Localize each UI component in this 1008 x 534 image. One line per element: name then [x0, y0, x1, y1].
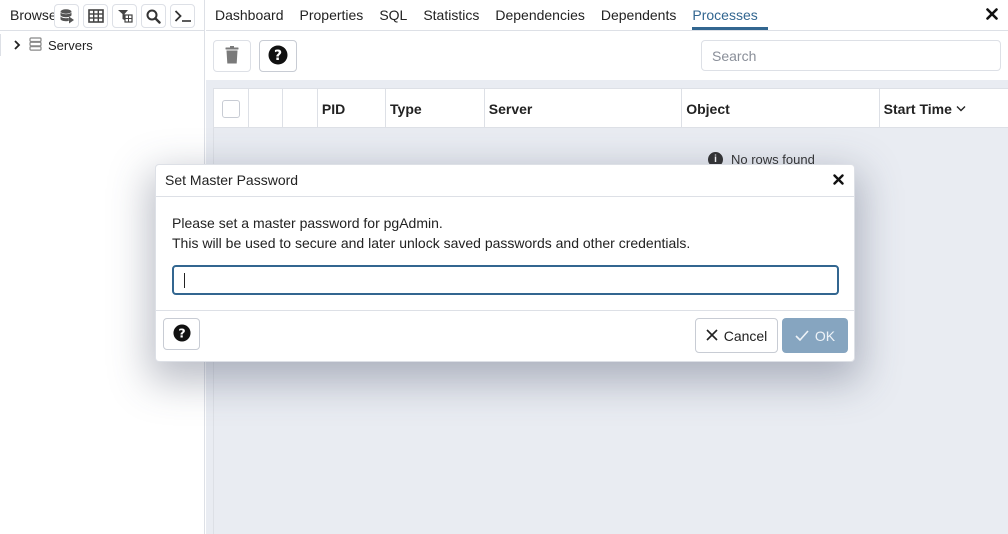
filter-table-icon: [117, 9, 133, 23]
cancel-label: Cancel: [723, 327, 768, 344]
tree-item-servers[interactable]: Servers: [0, 34, 205, 56]
tab-dependents[interactable]: Dependents: [596, 0, 687, 30]
dialog-message-line2: This will be used to secure and later un…: [172, 235, 691, 251]
tree-item-label: Servers: [48, 37, 93, 53]
dialog-header: Set Master Password: [156, 165, 854, 197]
tab-processes[interactable]: Processes: [687, 0, 769, 30]
search-icon: [146, 9, 161, 24]
select-all-header: [214, 89, 249, 128]
grid-header: PID Type Server Object Start Time: [214, 88, 1008, 128]
object-explorer-button[interactable]: [54, 4, 79, 28]
svg-text:?: ?: [178, 325, 185, 340]
tab-dashboard[interactable]: Dashboard: [210, 0, 294, 30]
column-header-type[interactable]: Type: [386, 89, 485, 128]
tab-sql[interactable]: SQL: [374, 0, 417, 30]
question-circle-icon: ?: [268, 45, 288, 68]
set-master-password-dialog: Set Master Password Please set a master …: [155, 164, 855, 362]
help-button[interactable]: ?: [259, 40, 297, 72]
close-panel-button[interactable]: [984, 7, 1000, 23]
svg-text:?: ?: [274, 48, 282, 64]
column-header-object[interactable]: Object: [682, 89, 880, 128]
tab-bar: Dashboard Properties SQL Statistics Depe…: [206, 0, 1008, 31]
cancel-button[interactable]: Cancel: [695, 318, 778, 353]
column-header-server[interactable]: Server: [485, 89, 683, 128]
search-input[interactable]: [701, 40, 1001, 71]
sort-descending-icon: [956, 105, 966, 112]
object-explorer-icon: [59, 8, 75, 24]
browser-header: Browser: [0, 0, 204, 31]
terminal-icon: [174, 9, 192, 23]
table-icon: [87, 9, 104, 23]
close-icon: [706, 328, 718, 344]
dialog-close-button[interactable]: [831, 173, 845, 187]
trash-icon: [225, 45, 239, 67]
close-icon: [832, 172, 844, 188]
tab-statistics[interactable]: Statistics: [418, 0, 489, 30]
column-header-action-2: [283, 89, 318, 128]
servers-icon: [29, 36, 42, 54]
search-objects-button[interactable]: [141, 4, 166, 28]
master-password-input[interactable]: [172, 265, 839, 295]
dialog-footer: ? Cancel OK: [156, 311, 854, 361]
dialog-body: Please set a master password for pgAdmin…: [156, 197, 854, 311]
filtered-rows-button[interactable]: [112, 4, 137, 28]
tab-properties[interactable]: Properties: [295, 0, 374, 30]
ok-button[interactable]: OK: [782, 318, 848, 353]
processes-toolbar: ?: [206, 31, 1008, 80]
close-icon: [986, 7, 998, 23]
browser-toolbar: [54, 4, 195, 28]
dialog-title: Set Master Password: [165, 172, 299, 188]
delete-button[interactable]: [213, 40, 251, 72]
ok-label: OK: [814, 327, 836, 344]
column-header-pid[interactable]: PID: [318, 89, 387, 128]
dialog-help-button[interactable]: ?: [163, 318, 200, 350]
chevron-right-icon[interactable]: [11, 40, 23, 50]
column-header-start-time[interactable]: Start Time: [880, 89, 1008, 128]
dialog-message-line1: Please set a master password for pgAdmin…: [172, 215, 443, 231]
psql-tool-button[interactable]: [170, 4, 195, 28]
column-header-start-time-label: Start Time: [883, 100, 952, 117]
column-header-action-1: [249, 89, 284, 128]
select-all-checkbox[interactable]: [222, 99, 240, 118]
tab-dependencies[interactable]: Dependencies: [490, 0, 595, 30]
view-data-button[interactable]: [83, 4, 108, 28]
check-icon: [795, 328, 809, 344]
question-circle-icon: ?: [172, 323, 191, 345]
text-cursor: [184, 273, 185, 288]
